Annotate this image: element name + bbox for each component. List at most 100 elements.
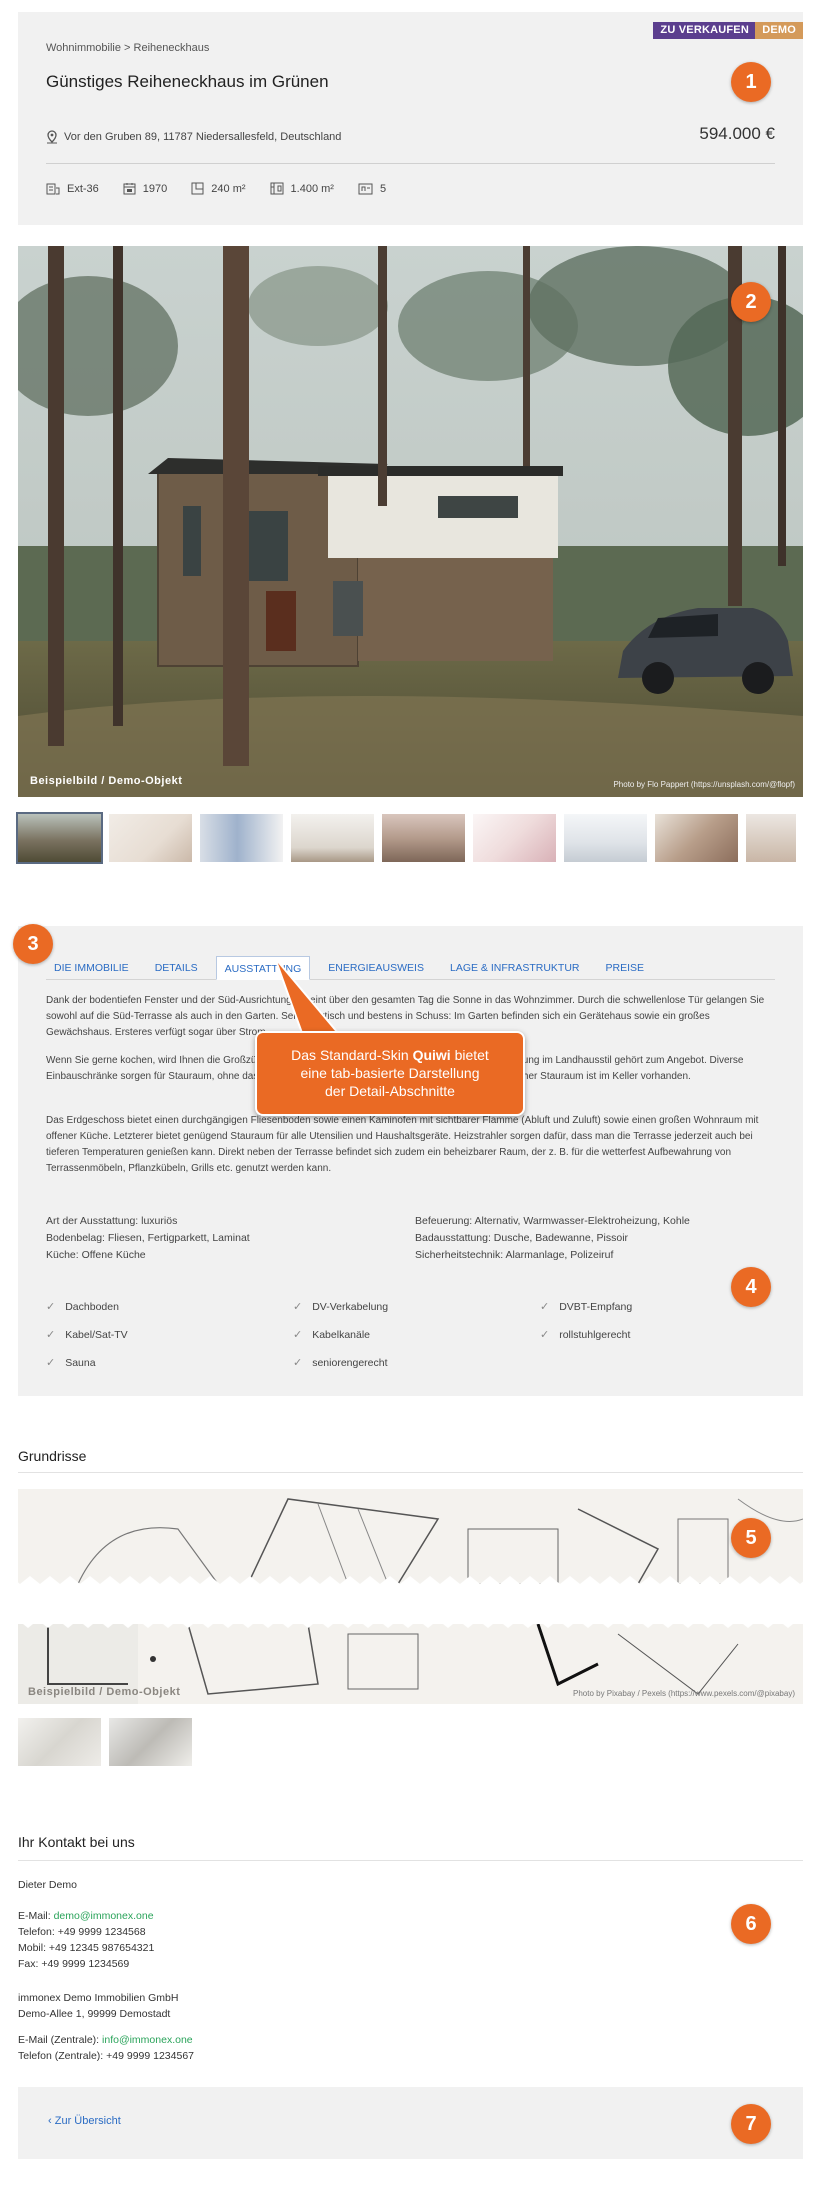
- attributes-left: Art der Ausstattung: luxuriös Bodenbelag…: [46, 1213, 250, 1264]
- callout-line-2: eine tab-basierte Darstellung: [300, 1065, 480, 1081]
- house-photo-image: [18, 246, 803, 797]
- back-section: ‹ Zur Übersicht: [18, 2087, 803, 2159]
- feature-item: ✓ Kabelkanäle: [293, 1328, 371, 1342]
- contact-details: E-Mail: demo@immonex.one Telefon: +49 99…: [18, 1908, 154, 1972]
- building-id-icon: [46, 183, 60, 195]
- address: Vor den Gruben 89, 11787 Niedersallesfel…: [46, 130, 341, 144]
- feature-item: ✓ rollstuhlgerecht: [540, 1328, 631, 1342]
- floorplan-caption: Beispielbild / Demo-Objekt: [28, 1686, 181, 1698]
- detail-tabs-section: DIE IMMOBILIE DETAILS AUSSTATTUNG ENERGI…: [18, 926, 803, 1396]
- floorplan-thumb[interactable]: [109, 1718, 192, 1766]
- annotation-callout: Das Standard-Skin Quiwi bietet eine tab-…: [255, 1031, 525, 1116]
- feature-item: ✓ Dachboden: [46, 1300, 119, 1314]
- attribute-row: Befeuerung: Alternativ, Warmwasser-Elekt…: [415, 1215, 690, 1227]
- contact-email-row: E-Mail: demo@immonex.one: [18, 1910, 154, 1922]
- main-photo[interactable]: Beispielbild / Demo-Objekt Photo by Flo …: [18, 246, 803, 797]
- floorplan-thumb[interactable]: [18, 1718, 101, 1766]
- feature-item: ✓ Sauna: [46, 1356, 96, 1370]
- contact-mobile: Mobil: +49 12345 987654321: [18, 1942, 155, 1954]
- callout-pointer: [274, 957, 341, 1034]
- attribute-row: Art der Ausstattung: luxuriös: [46, 1215, 178, 1227]
- check-icon: ✓: [540, 1301, 550, 1313]
- company-phone: Telefon (Zentrale): +49 9999 1234567: [18, 2050, 195, 2062]
- tab-bar: DIE IMMOBILIE DETAILS AUSSTATTUNG ENERGI…: [46, 956, 775, 980]
- attribute-row: Badausstattung: Dusche, Badewanne, Pisso…: [415, 1232, 629, 1244]
- chevron-left-icon: ‹: [48, 2115, 55, 2127]
- back-to-overview-link[interactable]: ‹ Zur Übersicht: [48, 2115, 121, 2127]
- check-icon: ✓: [46, 1301, 56, 1313]
- check-icon: ✓: [293, 1301, 303, 1313]
- attribute-row: Bodenbelag: Fliesen, Fertigparkett, Lami…: [46, 1232, 250, 1244]
- company-contact: E-Mail (Zentrale): info@immonex.one Tele…: [18, 2032, 194, 2064]
- demo-badge: DEMO: [755, 22, 803, 39]
- company-name: immonex Demo Immobilien GmbH: [18, 1992, 179, 2004]
- marker-7: 7: [731, 2104, 771, 2144]
- attribute-row: Sicherheitstechnik: Alarmanlage, Polizei…: [415, 1249, 614, 1261]
- check-icon: ✓: [46, 1329, 56, 1341]
- contact-email-link[interactable]: demo@immonex.one: [54, 1910, 154, 1922]
- marker-2: 2: [731, 282, 771, 322]
- gallery-thumb[interactable]: [291, 814, 374, 862]
- floorplan-image-bottom[interactable]: Beispielbild / Demo-Objekt Photo by Pixa…: [18, 1624, 803, 1704]
- contact-phone: Telefon: +49 9999 1234568: [18, 1926, 146, 1938]
- floor-area-icon: [191, 182, 204, 195]
- check-icon: ✓: [46, 1357, 56, 1369]
- floorplans-heading: Grundrisse: [18, 1448, 87, 1464]
- rooms-icon: [358, 183, 373, 194]
- tab-lage-infrastruktur[interactable]: LAGE & INFRASTRUKTUR: [442, 956, 588, 980]
- torn-edge-decoration: [0, 1612, 818, 1628]
- gallery-thumb[interactable]: [473, 814, 556, 862]
- attribute-row: Küche: Offene Küche: [46, 1249, 146, 1261]
- feature-item: ✓ seniorengerecht: [293, 1356, 388, 1370]
- company-email-row: E-Mail (Zentrale): info@immonex.one: [18, 2034, 193, 2046]
- fact-value: 5: [379, 182, 387, 195]
- location-pin-icon: [47, 130, 57, 144]
- gallery-thumb[interactable]: [16, 812, 103, 864]
- marker-5: 5: [731, 1518, 771, 1558]
- tab-die-immobilie[interactable]: DIE IMMOBILIE: [46, 956, 137, 980]
- fact-object-id: Ext-36: [46, 182, 99, 195]
- feature-item: ✓ Kabel/Sat-TV: [46, 1328, 128, 1342]
- check-icon: ✓: [293, 1329, 303, 1341]
- gallery-thumb[interactable]: [564, 814, 647, 862]
- contact-name: Dieter Demo: [18, 1879, 77, 1891]
- floorplan-thumbnails: [18, 1718, 192, 1766]
- address-text: Vor den Gruben 89, 11787 Niedersallesfel…: [64, 131, 342, 143]
- fact-value: 240 m²: [211, 182, 246, 195]
- page-title: Günstiges Reiheneckhaus im Grünen: [46, 72, 329, 91]
- fact-rooms: 5: [358, 182, 386, 195]
- callout-line-3: der Detail-Abschnitte: [325, 1083, 455, 1099]
- feature-item: ✓ DV-Verkabelung: [293, 1300, 389, 1314]
- status-badge-sale: ZU VERKAUFEN: [653, 22, 756, 39]
- gallery-thumb[interactable]: [382, 814, 465, 862]
- company-email-link[interactable]: info@immonex.one: [102, 2034, 193, 2046]
- photo-caption: Beispielbild / Demo-Objekt: [30, 775, 183, 787]
- floorplan-image-top[interactable]: [18, 1489, 803, 1584]
- fact-living-area: 240 m²: [191, 182, 246, 195]
- divider: [18, 1472, 803, 1473]
- tab-details[interactable]: DETAILS: [147, 956, 206, 980]
- fact-year: 1970: [123, 182, 167, 195]
- company-street: Demo-Allee 1, 99999 Demostadt: [18, 2008, 171, 2020]
- photo-credit: Photo by Flo Pappert (https://unsplash.c…: [613, 780, 795, 789]
- attributes-right: Befeuerung: Alternativ, Warmwasser-Elekt…: [415, 1213, 690, 1264]
- gallery-thumb[interactable]: [200, 814, 283, 862]
- gallery-thumb[interactable]: [655, 814, 738, 862]
- fact-plot-area: 1.400 m²: [270, 182, 334, 195]
- gallery-thumb[interactable]: [109, 814, 192, 862]
- floorplan-drawing-image: [18, 1489, 803, 1584]
- marker-3: 3: [13, 924, 53, 964]
- tab-preise[interactable]: PREISE: [598, 956, 653, 980]
- ausstattung-paragraph-3: Das Erdgeschoss bietet einen durchgängig…: [46, 1115, 759, 1174]
- gallery-thumbnails: [16, 812, 796, 864]
- divider: [18, 1860, 803, 1861]
- contact-fax: Fax: +49 9999 1234569: [18, 1958, 130, 1970]
- check-icon: ✓: [293, 1357, 303, 1369]
- marker-1: 1: [731, 62, 771, 102]
- marker-4: 4: [731, 1267, 771, 1307]
- floorplan-credit: Photo by Pixabay / Pexels (https://www.p…: [573, 1689, 795, 1698]
- contact-heading: Ihr Kontakt bei uns: [18, 1834, 135, 1850]
- price: 594.000 €: [699, 124, 775, 143]
- fact-value: Ext-36: [67, 182, 99, 195]
- gallery-thumb[interactable]: [746, 814, 796, 862]
